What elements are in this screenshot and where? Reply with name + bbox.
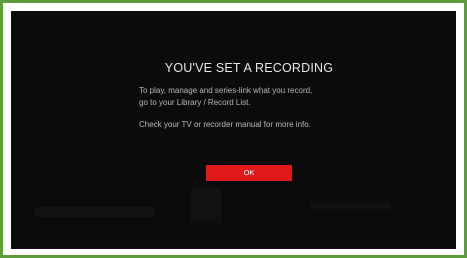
dialog-title: YOU'VE SET A RECORDING <box>164 61 334 75</box>
dialog-message-line-2: go to your Library / Record List. <box>139 98 251 107</box>
recording-confirmation-dialog: YOU'VE SET A RECORDING To play, manage a… <box>139 61 359 181</box>
dialog-message-line-3: Check your TV or recorder manual for mor… <box>139 120 311 129</box>
tv-screen: YOU'VE SET A RECORDING To play, manage a… <box>11 11 456 249</box>
dialog-spacer <box>139 109 359 119</box>
dialog-message-line-1: To play, manage and series-link what you… <box>139 86 313 95</box>
background-ui-shadow <box>35 207 155 217</box>
screenshot-frame: YOU'VE SET A RECORDING To play, manage a… <box>0 0 467 258</box>
ok-button[interactable]: OK <box>206 165 292 181</box>
background-ui-shadow <box>191 187 221 223</box>
background-ui-shadow <box>311 201 391 209</box>
